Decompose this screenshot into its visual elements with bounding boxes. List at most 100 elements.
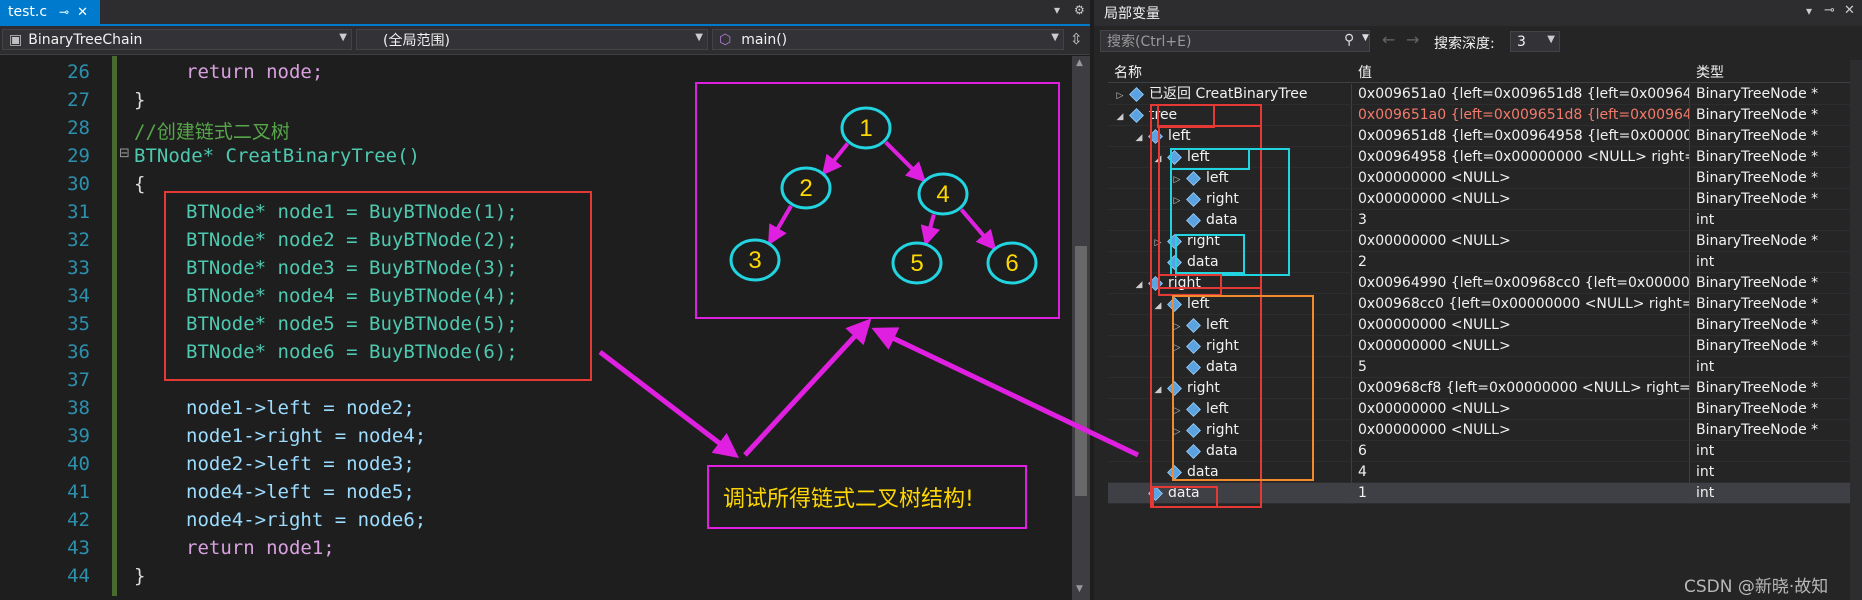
- locals-row[interactable]: ▷ right 0x00000000 <NULL> BinaryTreeNode *: [1108, 336, 1862, 357]
- code-line[interactable]: BTNode* node2 = BuyBTNode(2);: [186, 229, 518, 251]
- expanded-triangle-icon[interactable]: ◢: [1133, 128, 1145, 146]
- expanded-triangle-icon[interactable]: ◢: [1133, 275, 1145, 293]
- code-line[interactable]: BTNode* node6 = BuyBTNode(6);: [186, 341, 518, 363]
- code-line[interactable]: BTNode* node1 = BuyBTNode(1);: [186, 201, 518, 223]
- locals-row[interactable]: data 6 int: [1108, 441, 1862, 462]
- locals-row-name[interactable]: ▷ right: [1108, 231, 1352, 252]
- grid-scrollbar[interactable]: [1850, 60, 1862, 600]
- split-icon[interactable]: ⇳: [1070, 30, 1083, 48]
- function-combo[interactable]: ⬡ main() ▼: [712, 29, 1064, 50]
- locals-row[interactable]: data 4 int: [1108, 462, 1862, 483]
- collapsed-triangle-icon[interactable]: ▷: [1152, 233, 1164, 251]
- code-line[interactable]: node1->right = node4;: [186, 425, 426, 447]
- scroll-down-icon[interactable]: ▼: [1076, 584, 1083, 594]
- locals-row-name[interactable]: data: [1108, 441, 1352, 462]
- depth-select[interactable]: 3 ▼: [1510, 31, 1560, 52]
- variable-value[interactable]: 0x00000000 <NULL>: [1352, 420, 1690, 441]
- locals-row-name[interactable]: ▷ left: [1108, 168, 1352, 189]
- variable-value[interactable]: 6: [1352, 441, 1690, 462]
- variable-value[interactable]: 0x00000000 <NULL>: [1352, 168, 1690, 189]
- variable-value[interactable]: 0x00000000 <NULL>: [1352, 231, 1690, 252]
- locals-row-name[interactable]: ◢ right: [1108, 273, 1352, 294]
- locals-row-name[interactable]: ◢ left: [1108, 294, 1352, 315]
- locals-row[interactable]: ◢ left 0x00968cc0 {left=0x00000000 <NULL> …: [1108, 294, 1862, 315]
- column-header-type[interactable]: 类型: [1696, 62, 1724, 82]
- locals-row[interactable]: ▷ right 0x00000000 <NULL> BinaryTreeNode *: [1108, 420, 1862, 441]
- locals-row-name[interactable]: data: [1108, 252, 1352, 273]
- variable-value[interactable]: 1: [1352, 483, 1690, 504]
- code-line[interactable]: node4->right = node6;: [186, 509, 426, 531]
- locals-row[interactable]: data 1 int: [1108, 483, 1862, 504]
- variable-value[interactable]: 3: [1352, 210, 1690, 231]
- expanded-triangle-icon[interactable]: ◢: [1152, 149, 1164, 167]
- variable-value[interactable]: 5: [1352, 357, 1690, 378]
- expanded-triangle-icon[interactable]: ◢: [1152, 380, 1164, 398]
- project-combo[interactable]: ▣ BinaryTreeChain ▼: [2, 29, 352, 50]
- locals-row[interactable]: ◢ tree 0x009651a0 {left=0x009651d8 {left=0…: [1108, 105, 1862, 126]
- locals-row-name[interactable]: data: [1108, 483, 1352, 504]
- gear-icon[interactable]: ⚙: [1074, 3, 1085, 17]
- locals-row-name[interactable]: data: [1108, 462, 1352, 483]
- variable-value[interactable]: 0x00964990 {left=0x00968cc0 {left=0x0000…: [1352, 273, 1690, 294]
- variable-value[interactable]: 0x00964958 {left=0x00000000 <NULL> right…: [1352, 147, 1690, 168]
- pin-icon[interactable]: ⊸: [1824, 3, 1835, 18]
- collapsed-triangle-icon[interactable]: ▷: [1114, 86, 1126, 104]
- variable-value[interactable]: 0x00000000 <NULL>: [1352, 336, 1690, 357]
- variable-value[interactable]: 0x009651a0 {left=0x009651d8 {left=0x0096…: [1352, 105, 1690, 126]
- expanded-triangle-icon[interactable]: ◢: [1152, 296, 1164, 314]
- locals-row[interactable]: ▷ right 0x00000000 <NULL> BinaryTreeNode *: [1108, 231, 1862, 252]
- vertical-scrollbar[interactable]: ▲ ▼: [1072, 56, 1090, 600]
- locals-row-name[interactable]: ◢ left: [1108, 126, 1352, 147]
- chevron-down-icon[interactable]: ▼: [1362, 33, 1369, 43]
- code-line[interactable]: BTNode* node5 = BuyBTNode(5);: [186, 313, 518, 335]
- collapsed-triangle-icon[interactable]: ▷: [1171, 338, 1183, 356]
- code-line[interactable]: BTNode* node3 = BuyBTNode(3);: [186, 257, 518, 279]
- locals-row-name[interactable]: data: [1108, 210, 1352, 231]
- scrollbar-thumb[interactable]: [1075, 246, 1087, 496]
- collapsed-triangle-icon[interactable]: ▷: [1171, 401, 1183, 419]
- code-line[interactable]: node2->left = node3;: [186, 453, 415, 475]
- code-line[interactable]: }: [134, 565, 145, 587]
- variable-value[interactable]: 0x00000000 <NULL>: [1352, 399, 1690, 420]
- collapsed-triangle-icon[interactable]: ▷: [1171, 422, 1183, 440]
- variable-value[interactable]: 4: [1352, 462, 1690, 483]
- close-icon[interactable]: ✕: [1844, 3, 1855, 18]
- variable-value[interactable]: 0x00968cc0 {left=0x00000000 <NULL> right…: [1352, 294, 1690, 315]
- locals-row[interactable]: ▷ left 0x00000000 <NULL> BinaryTreeNode *: [1108, 399, 1862, 420]
- dropdown-icon[interactable]: ▾: [1806, 4, 1812, 18]
- locals-row[interactable]: ◢ left 0x00964958 {left=0x00000000 <NULL> …: [1108, 147, 1862, 168]
- code-line[interactable]: }: [134, 89, 145, 111]
- search-input[interactable]: 搜索(Ctrl+E): [1100, 30, 1370, 52]
- variable-value[interactable]: 0x00968cf8 {left=0x00000000 <NULL> right…: [1352, 378, 1690, 399]
- locals-row[interactable]: ◢ right 0x00968cf8 {left=0x00000000 <NULL>…: [1108, 378, 1862, 399]
- locals-row[interactable]: data 3 int: [1108, 210, 1862, 231]
- collapsed-triangle-icon[interactable]: ▷: [1171, 317, 1183, 335]
- collapsed-triangle-icon[interactable]: ▷: [1171, 170, 1183, 188]
- locals-row-name[interactable]: ▷ left: [1108, 399, 1352, 420]
- locals-row[interactable]: data 5 int: [1108, 357, 1862, 378]
- code-line[interactable]: BTNode* CreatBinaryTree(): [134, 145, 420, 167]
- locals-row-name[interactable]: ▷ right: [1108, 420, 1352, 441]
- locals-row-name[interactable]: ▷ right: [1108, 336, 1352, 357]
- code-line[interactable]: //创建链式二叉树: [134, 117, 290, 144]
- locals-row[interactable]: ▷ 已返回 CreatBinaryTree 0x009651a0 {left=0x0…: [1108, 84, 1862, 105]
- code-line[interactable]: return node1;: [186, 537, 335, 559]
- locals-row[interactable]: ▷ left 0x00000000 <NULL> BinaryTreeNode *: [1108, 315, 1862, 336]
- locals-row[interactable]: ▷ left 0x00000000 <NULL> BinaryTreeNode *: [1108, 168, 1862, 189]
- collapsed-triangle-icon[interactable]: ▷: [1171, 191, 1183, 209]
- variable-value[interactable]: 0x009651a0 {left=0x009651d8 {left=0x0096…: [1352, 84, 1690, 105]
- back-arrow-icon[interactable]: ←: [1382, 30, 1395, 49]
- scope-combo[interactable]: (全局范围) ▼: [356, 29, 708, 50]
- locals-row-name[interactable]: data: [1108, 357, 1352, 378]
- locals-row[interactable]: ▷ right 0x00000000 <NULL> BinaryTreeNode *: [1108, 189, 1862, 210]
- locals-row[interactable]: data 2 int: [1108, 252, 1862, 273]
- variable-value[interactable]: 0x009651d8 {left=0x00964958 {left=0x0000…: [1352, 126, 1690, 147]
- column-header-name[interactable]: 名称: [1114, 62, 1142, 82]
- locals-row-name[interactable]: ◢ right: [1108, 378, 1352, 399]
- collapse-icon[interactable]: ⊟: [119, 146, 130, 161]
- variable-value[interactable]: 0x00000000 <NULL>: [1352, 315, 1690, 336]
- locals-row-name[interactable]: ◢ tree: [1108, 105, 1352, 126]
- code-line[interactable]: {: [134, 173, 145, 195]
- locals-row-name[interactable]: ▷ left: [1108, 315, 1352, 336]
- code-line[interactable]: return node;: [186, 61, 323, 83]
